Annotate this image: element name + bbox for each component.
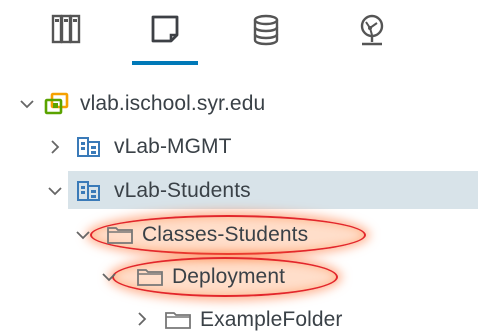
tree-node-label: vLab-MGMT [114,135,232,158]
active-tab-indicator [132,61,198,65]
folder-icon [106,224,133,246]
storage-icon [251,14,281,46]
tree-node-folder-example[interactable]: ExampleFolder [0,299,478,333]
tree-node-datacenter-mgmt[interactable]: vLab-MGMT [0,127,478,167]
vcenter-icon [44,92,70,115]
tree-node-vcenter[interactable]: vlab.ischool.syr.edu [0,84,478,124]
folder-icon [136,266,163,288]
chevron-right-icon[interactable] [46,138,64,156]
tree-node-label: vLab-Students [114,179,251,202]
tab-networking[interactable] [344,6,400,64]
networking-icon [357,14,387,48]
tree-node-label: Classes-Students [142,223,309,246]
tree-node-label: vlab.ischool.syr.edu [80,92,266,115]
tree-node-folder-deployment[interactable]: Deployment [0,257,478,297]
vsphere-navigator: vlab.ischool.syr.edu vLab-MGMT vLab-Stud… [0,0,478,333]
navigator-tab-bar [0,0,478,70]
tree-node-folder-classes-students[interactable]: Classes-Students [0,215,478,255]
chevron-right-icon[interactable] [133,310,151,328]
tab-vms-and-templates[interactable] [137,6,193,64]
datacenter-icon [76,179,102,201]
tree-node-label: ExampleFolder [200,308,343,331]
datacenter-icon [76,135,102,157]
tree-node-label: Deployment [172,265,286,288]
chevron-down-icon[interactable] [18,95,36,113]
folder-icon [164,309,191,331]
tab-hosts-and-clusters[interactable] [38,6,94,64]
tree-node-datacenter-students[interactable]: vLab-Students [0,168,478,209]
chevron-down-icon[interactable] [100,268,118,286]
tab-storage[interactable] [238,6,294,64]
chevron-down-icon[interactable] [46,182,64,200]
chevron-down-icon[interactable] [74,226,92,244]
hosts-clusters-icon [51,14,81,46]
vms-templates-icon [150,14,180,46]
